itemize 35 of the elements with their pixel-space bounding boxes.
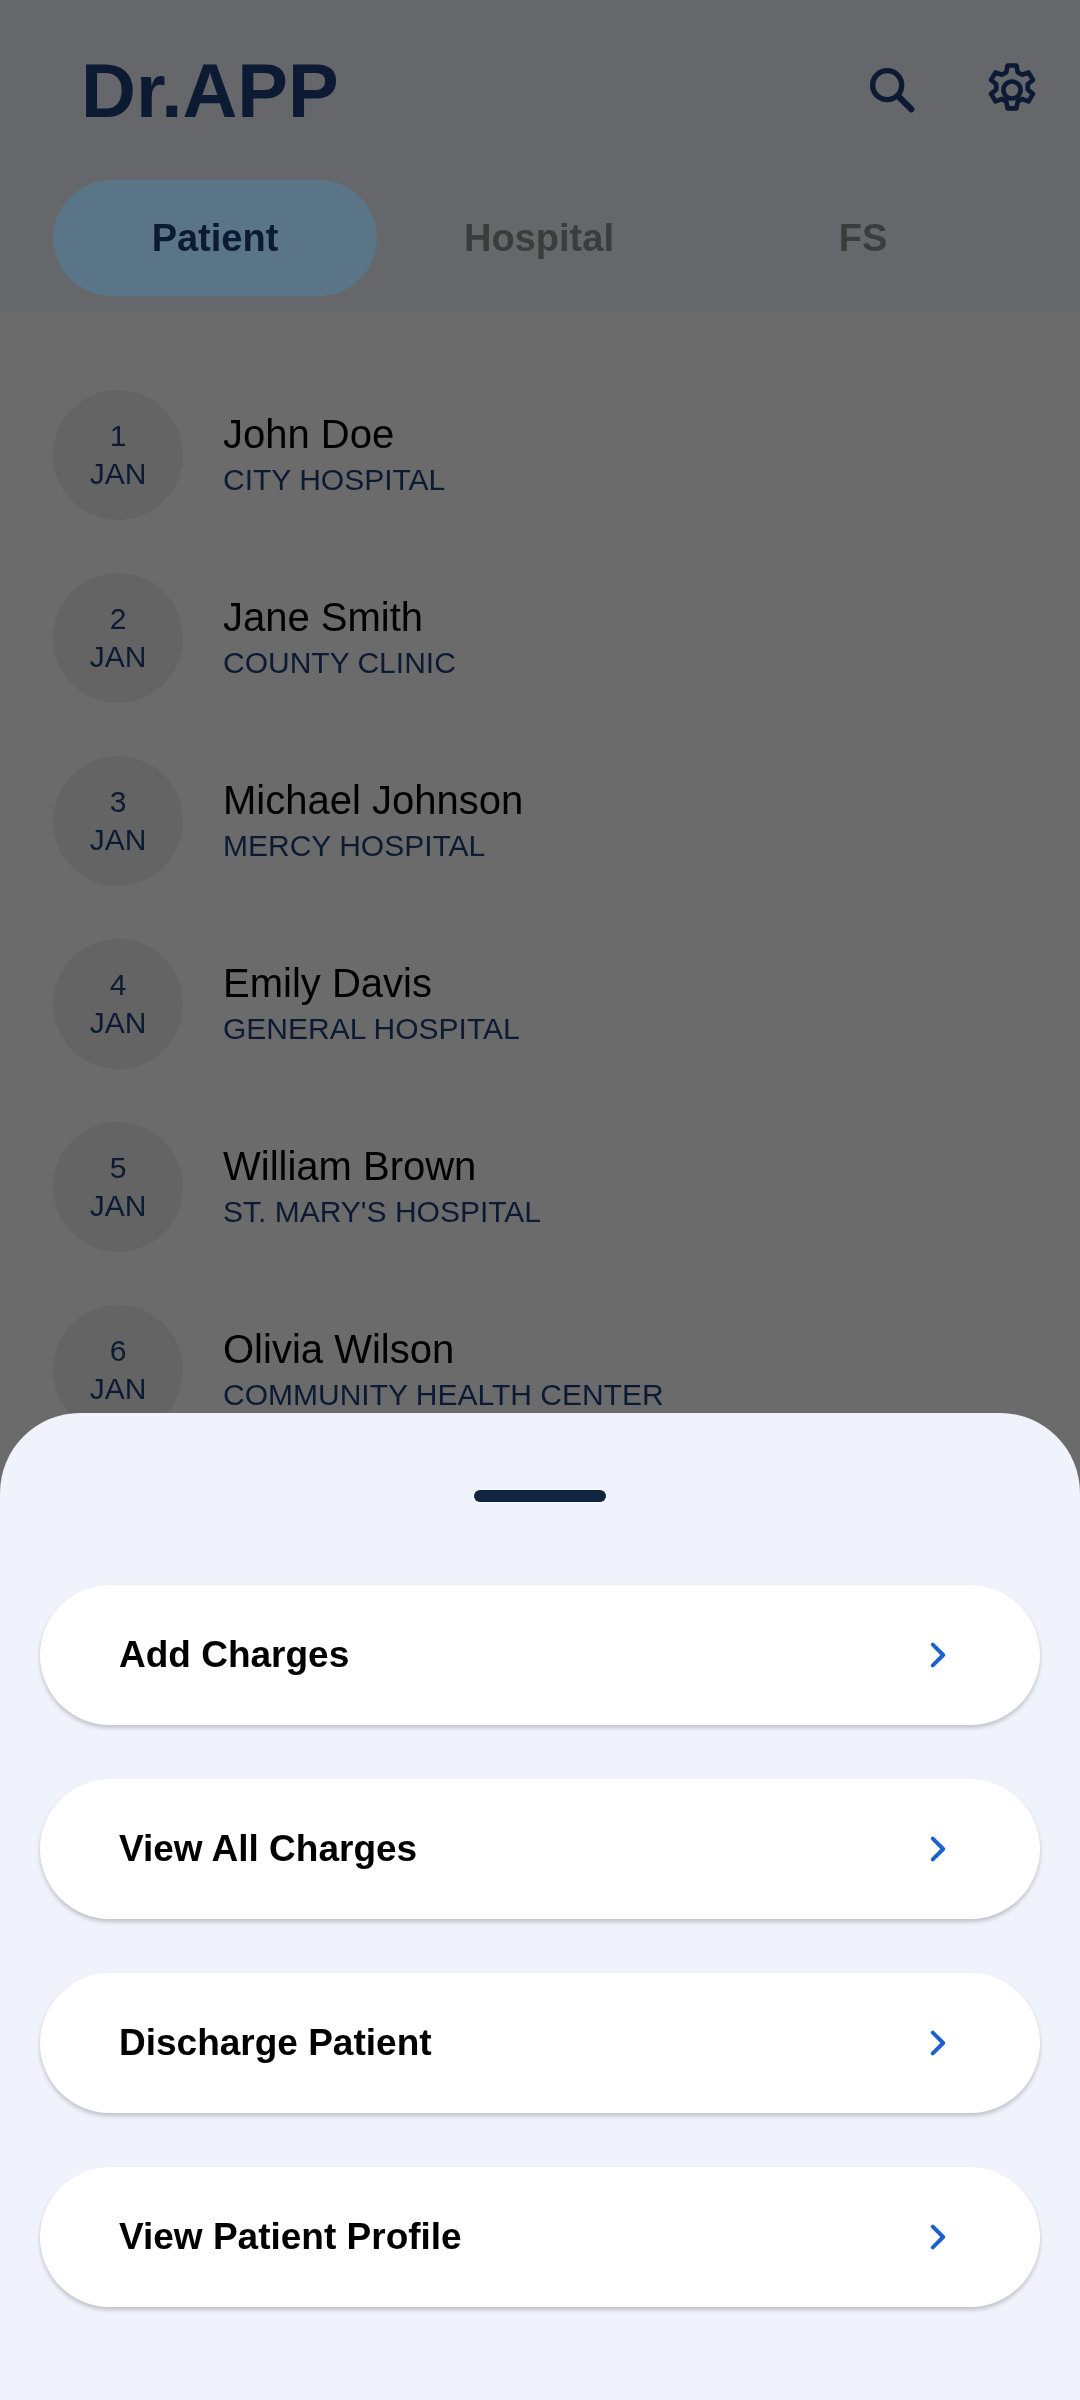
patient-name[interactable]: Olivia Wilson — [223, 1327, 664, 1372]
patient-name[interactable]: Michael Johnson — [223, 778, 524, 823]
date-day: 1 — [109, 417, 127, 455]
chevron-icon — [930, 1836, 946, 1862]
hospital-name: MERCY HOSPITAL — [223, 829, 487, 863]
hospital-name: CITY HOSPITAL — [223, 463, 446, 497]
date-month: JAN — [89, 1004, 147, 1041]
date-month: JAN — [89, 638, 147, 675]
patient-name[interactable]: Emily Davis — [223, 961, 520, 1006]
date-day: 5 — [109, 1149, 127, 1187]
date-month: JAN — [89, 455, 147, 492]
date-day: 2 — [109, 600, 127, 638]
date-day: 4 — [109, 966, 127, 1004]
drag-handle[interactable] — [474, 1490, 606, 1502]
tab[interactable]: Patient — [53, 180, 377, 296]
date-month: JAN — [89, 821, 147, 858]
action-button[interactable]: View All Charges — [40, 1779, 1040, 1919]
date-day: 6 — [109, 1332, 127, 1370]
date-month: JAN — [89, 1187, 147, 1224]
hospital-name: ST. MARY'S HOSPITAL — [223, 1195, 542, 1229]
patient-name[interactable]: Jane Smith — [223, 595, 456, 640]
date-day: 3 — [109, 783, 127, 821]
date-month: JAN — [89, 1370, 147, 1407]
chevron-icon — [930, 2224, 946, 2250]
app-title: Dr.APP — [81, 46, 339, 134]
hospital-name: COMMUNITY HEALTH CENTER — [223, 1378, 664, 1412]
action-button[interactable]: Discharge Patient — [40, 1973, 1040, 2113]
hospital-name: GENERAL HOSPITAL — [223, 1012, 520, 1046]
action-button[interactable]: View Patient Profile — [40, 2167, 1040, 2307]
patient-name[interactable]: William Brown — [223, 1144, 542, 1189]
action-button[interactable]: Add Charges — [40, 1585, 1040, 1725]
chevron-icon — [930, 1642, 946, 1668]
hospital-name: COUNTY CLINIC — [223, 646, 456, 680]
chevron-icon — [930, 2030, 946, 2056]
patient-name[interactable]: John Doe — [223, 412, 446, 457]
